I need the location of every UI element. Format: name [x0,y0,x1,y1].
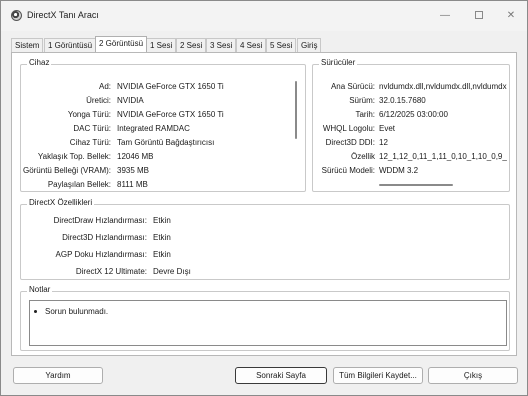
device-value: 12046 MB [117,152,154,161]
driver-value: 12_1,12_0,11_1,11_0,10_1,10_0,9_3 [379,152,507,161]
feature-label: AGP Doku Hızlandırması: [55,250,147,259]
driver-value: nvldumdx.dll,nvldumdx.dll,nvldumdx.d [379,82,507,91]
device-label: Yaklaşık Top. Bellek: [37,152,111,161]
device-row-device-type: Cihaz Türü: Tam Görüntü Bağdaştırıcısı [21,137,301,149]
directx-app-icon [11,10,22,21]
device-row-chip-type: Yonga Türü: NVIDIA GeForce GTX 1650 Ti [21,109,301,121]
feature-row-dx12-ultimate: DirectX 12 Ultimate: Devre Dışı [21,266,321,278]
notes-group-title: Notlar [27,285,53,294]
driver-label: Ana Sürücü: [330,82,375,91]
close-icon[interactable]: ✕ [501,8,521,24]
bullet-icon [34,310,37,314]
driver-label: Tarih: [355,110,375,119]
directx-features-title: DirectX Özellikleri [27,198,95,207]
device-row-total-memory: Yaklaşık Top. Bellek: 12046 MB [21,151,301,163]
drivers-scrollbar[interactable] [379,184,453,186]
device-label: DAC Türü: [73,124,111,133]
tab-sound-3[interactable]: 3 Sesi [206,38,237,52]
driver-row-feature-levels: Özellik 12_1,12_0,11_1,11_0,10_1,10_0,9_… [313,151,509,163]
tab-display-1[interactable]: 1 Görüntüsü [44,38,97,52]
feature-row-agp: AGP Doku Hızlandırması: Etkin [21,249,321,261]
feature-label: Direct3D Hızlandırması: [62,233,147,242]
device-group-title: Cihaz [27,58,52,67]
notes-textbox[interactable]: Sorun bulunmadı. [29,300,507,346]
device-value: NVIDIA [117,96,144,105]
tab-sound-4[interactable]: 4 Sesi [236,38,267,52]
device-row-name: Ad: NVIDIA GeForce GTX 1650 Ti [21,81,301,93]
device-value: 3935 MB [117,166,150,175]
maximize-icon[interactable] [469,8,489,24]
note-text: Sorun bulunmadı. [45,307,109,316]
tab-sound-5[interactable]: 5 Sesi [266,38,297,52]
exit-button[interactable]: Çıkış [428,367,518,384]
driver-label: Özellik [350,152,375,161]
device-label: Paylaşılan Bellek: [47,180,111,189]
title-bar: DirectX Tanı Aracı — ✕ [1,1,527,31]
driver-value: WDDM 3.2 [379,166,419,175]
driver-label: Direct3D DDI: [325,138,375,147]
device-scrollbar[interactable] [295,81,297,139]
help-button[interactable]: Yardım [13,367,103,384]
device-value: Tam Görüntü Bağdaştırıcısı [117,138,215,147]
feature-value: Etkin [153,250,171,259]
device-row-dac-type: DAC Türü: Integrated RAMDAC [21,123,301,135]
driver-label: Sürüm: [349,96,375,105]
device-label: Üretici: [86,96,111,105]
driver-row-model: Sürücü Modeli: WDDM 3.2 [313,165,509,177]
feature-value: Etkin [153,216,171,225]
tab-panel: Cihaz Ad: NVIDIA GeForce GTX 1650 Ti Üre… [11,52,517,356]
feature-row-directdraw: DirectDraw Hızlandırması: Etkin [21,215,321,227]
driver-row-version: Sürüm: 32.0.15.7680 [313,95,509,107]
driver-value: 32.0.15.7680 [379,96,426,105]
drivers-group-title: Sürücüler [319,58,358,67]
notes-group: Notlar Sorun bulunmadı. [20,285,510,351]
tab-sound-2[interactable]: 2 Sesi [176,38,207,52]
window-title: DirectX Tanı Aracı [27,10,99,20]
device-label: Görüntü Belleği (VRAM): [22,166,111,175]
tab-input[interactable]: Giriş [297,38,322,52]
device-row-manufacturer: Üretici: NVIDIA [21,95,301,107]
device-label: Ad: [98,82,111,91]
device-value: 8111 MB [117,180,148,189]
device-value: NVIDIA GeForce GTX 1650 Ti [117,110,224,119]
driver-row-date: Tarih: 6/12/2025 03:00:00 [313,109,509,121]
device-row-shared-memory: Paylaşılan Bellek: 8111 MB [21,179,301,191]
feature-label: DirectX 12 Ultimate: [75,267,147,276]
device-label: Yonga Türü: [67,110,111,119]
driver-value: 12 [379,138,388,147]
minimize-icon[interactable]: — [435,8,455,24]
note-item: Sorun bulunmadı. [34,307,108,316]
device-row-vram: Görüntü Belleği (VRAM): 3935 MB [21,165,301,177]
device-value: NVIDIA GeForce GTX 1650 Ti [117,82,224,91]
driver-row-main: Ana Sürücü: nvldumdx.dll,nvldumdx.dll,nv… [313,81,509,93]
driver-label: Sürücü Modeli: [321,166,375,175]
directx-features-group: DirectX Özellikleri DirectDraw Hızlandır… [20,198,510,280]
driver-row-d3d-ddi: Direct3D DDI: 12 [313,137,509,149]
device-value: Integrated RAMDAC [117,124,190,133]
tab-display-2[interactable]: 2 Görüntüsü [95,36,148,52]
tab-sistem[interactable]: Sistem [11,38,44,52]
driver-row-whql: WHQL Logolu: Evet [313,123,509,135]
device-label: Cihaz Türü: [69,138,111,147]
feature-row-direct3d: Direct3D Hızlandırması: Etkin [21,232,321,244]
save-all-info-button[interactable]: Tüm Bilgileri Kaydet... [333,367,423,384]
driver-label: WHQL Logolu: [322,124,375,133]
feature-value: Devre Dışı [153,267,191,276]
next-page-button[interactable]: Sonraki Sayfa [235,367,327,384]
tab-sound-1[interactable]: 1 Sesi [146,38,177,52]
driver-value: 6/12/2025 03:00:00 [379,110,448,119]
directx-diagnostic-window: DirectX Tanı Aracı — ✕ Sistem 1 Görüntüs… [0,0,528,396]
feature-value: Etkin [153,233,171,242]
drivers-group: Sürücüler Ana Sürücü: nvldumdx.dll,nvldu… [312,58,510,192]
driver-value: Evet [379,124,396,133]
device-group: Cihaz Ad: NVIDIA GeForce GTX 1650 Ti Üre… [20,58,306,192]
feature-label: DirectDraw Hızlandırması: [53,216,147,225]
